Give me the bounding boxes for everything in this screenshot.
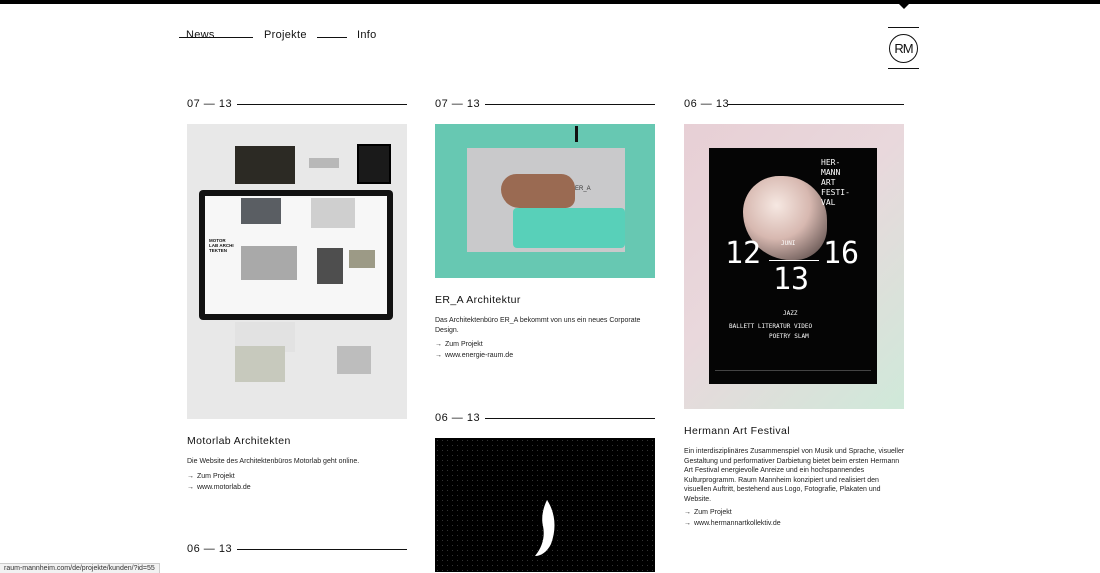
project-title[interactable]: Motorlab Architekten <box>187 435 291 447</box>
project-link-website[interactable]: → www.hermannartkollektiv.de <box>684 520 781 527</box>
model-photo <box>309 158 339 168</box>
project-description: Das Architektenbüro ER_A bekommt von uns… <box>435 317 641 334</box>
project-date: 06 — 13 <box>435 412 485 424</box>
nav-separator <box>317 37 347 38</box>
poster-genre-bottom: POETRY SLAM <box>769 333 809 340</box>
hermann-poster-thumbnail[interactable]: HER- MANN ART FESTI- VAL 12 JUNI 16 13 J… <box>684 124 904 409</box>
screen-logo-text: MOTOR LAB ARCHI TEKTEN <box>209 238 234 253</box>
project-link-website[interactable]: → www.motorlab.de <box>187 484 251 491</box>
link-label: www.motorlab.de <box>197 484 251 491</box>
black-logo-thumbnail[interactable] <box>435 438 655 572</box>
motorlab-thumbnail[interactable]: MOTOR LAB ARCHI TEKTEN <box>187 124 407 419</box>
project-title[interactable]: Hermann Art Festival <box>684 425 790 437</box>
link-label: Zum Projekt <box>445 341 483 348</box>
project-date: 07 — 13 <box>435 98 485 110</box>
screen-photo-1 <box>241 198 281 224</box>
project-date: 06 — 13 <box>684 98 734 110</box>
hand-image <box>501 174 575 208</box>
project-link-zum-projekt[interactable]: → Zum Projekt <box>187 473 235 480</box>
nav-item-projekte[interactable]: Projekte <box>264 29 307 41</box>
project-date-row: 06 — 13 <box>187 543 407 555</box>
black-bar-mark <box>575 126 578 142</box>
arrow-right-icon: → <box>187 484 194 491</box>
festival-poster: HER- MANN ART FESTI- VAL 12 JUNI 16 13 J… <box>709 148 877 384</box>
project-column-1: 07 — 13 MOTOR LAB ARCHI TEKTEN Motorlab … <box>187 98 407 555</box>
gray-card: ER_A <box>467 148 625 252</box>
logo-monogram: RM <box>894 41 913 56</box>
project-column-2: 07 — 13 ER_A ER_A Architektur Das Archit… <box>435 98 655 572</box>
project-link-website[interactable]: → www.energie-raum.de <box>435 352 513 359</box>
poster-title-line: FESTI- <box>821 188 850 197</box>
feather-logo-icon <box>535 500 555 556</box>
project-link-zum-projekt[interactable]: → Zum Projekt <box>435 341 483 348</box>
poster-month: JUNI <box>781 240 796 247</box>
link-label: www.hermannartkollektiv.de <box>694 520 781 527</box>
project-date-row: 07 — 13 <box>435 98 655 110</box>
project-date-row: 06 — 13 <box>684 98 904 110</box>
date-rule <box>237 549 407 550</box>
card-label: ER_A <box>575 186 591 192</box>
link-label: Zum Projekt <box>197 473 235 480</box>
project-link-zum-projekt[interactable]: → Zum Projekt <box>684 509 732 516</box>
date-rule <box>728 104 904 105</box>
date-rule <box>237 104 407 105</box>
poster-title: HER- MANN ART FESTI- VAL <box>821 158 850 208</box>
project-description: Ein interdisziplinäres Zusammenspiel von… <box>684 448 905 503</box>
poster-title-line: VAL <box>821 198 836 207</box>
teal-brochure <box>513 208 625 248</box>
project-title[interactable]: ER_A Architektur <box>435 294 521 306</box>
arrow-right-icon: → <box>435 352 442 359</box>
screen-photo-3 <box>241 246 297 280</box>
building-photo <box>235 146 295 184</box>
arrow-right-icon: → <box>435 341 442 348</box>
logo-top-line <box>888 27 919 28</box>
logo-bottom-line <box>888 68 919 69</box>
poster-title-line: HER- <box>821 158 841 167</box>
poster-year: 13 <box>773 262 810 297</box>
poster-title-line: ART <box>821 178 836 187</box>
raum-mannheim-logo[interactable]: RM <box>888 27 919 70</box>
project-date: 07 — 13 <box>187 98 237 110</box>
nav-item-info[interactable]: Info <box>357 29 377 41</box>
poster-title-line: MANN <box>821 168 841 177</box>
project-date-row: 07 — 13 <box>187 98 407 110</box>
date-rule <box>485 104 655 105</box>
poster-genres: BALLETT LITERATUR VIDEO <box>729 323 813 330</box>
link-label: Zum Projekt <box>694 509 732 516</box>
screen-photo-2 <box>311 198 355 228</box>
project-date: 06 — 13 <box>187 543 237 555</box>
project-date-row: 06 — 13 <box>435 412 655 424</box>
monitor-screen: MOTOR LAB ARCHI TEKTEN <box>205 196 387 314</box>
active-indicator-notch <box>899 4 909 9</box>
screen-photo-5 <box>349 250 375 268</box>
link-label: www.energie-raum.de <box>445 352 514 359</box>
arrow-right-icon: → <box>684 520 691 527</box>
frame-photo <box>357 144 391 184</box>
date-rule <box>485 418 655 419</box>
top-black-bar <box>0 0 1100 4</box>
poster-day-start: 12 <box>725 236 762 271</box>
logo-circle: RM <box>889 34 918 63</box>
era-thumbnail[interactable]: ER_A <box>435 124 655 278</box>
project-description: Die Website des Architektenbüros Motorla… <box>187 458 360 465</box>
arrow-right-icon: → <box>684 509 691 516</box>
poster-day-end: 16 <box>823 236 860 271</box>
poster-date-line <box>769 260 819 261</box>
aerial-photo <box>235 346 285 382</box>
screen-photo-4 <box>317 248 343 284</box>
poster-sponsor-strip <box>715 370 871 377</box>
monitor-frame: MOTOR LAB ARCHI TEKTEN <box>199 190 393 320</box>
poster-genre-top: JAZZ <box>783 310 798 317</box>
nav-item-news[interactable]: News <box>186 29 215 41</box>
arrow-right-icon: → <box>187 473 194 480</box>
plan-photo <box>337 346 371 374</box>
project-column-3: 06 — 13 HER- MANN ART FESTI- VAL 12 JUNI… <box>684 98 904 527</box>
